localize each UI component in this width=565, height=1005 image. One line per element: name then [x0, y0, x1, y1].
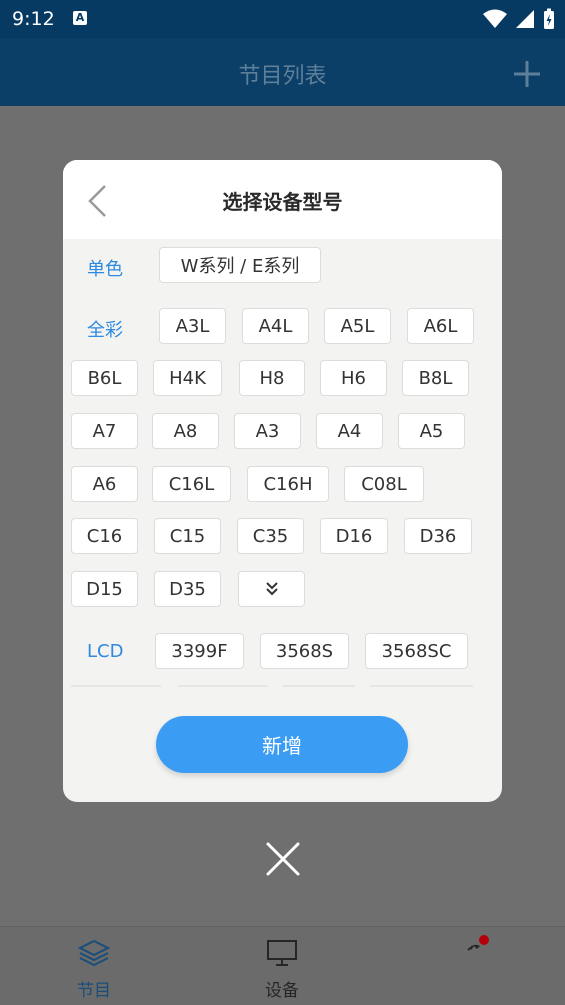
chip-a6l[interactable]: A6L [407, 308, 474, 344]
chip-c15[interactable]: C15 [154, 518, 221, 554]
close-icon[interactable] [264, 840, 302, 878]
chip-3399f[interactable]: 3399F [155, 633, 244, 669]
battery-icon [544, 8, 554, 29]
chip-c08l[interactable]: C08L [344, 466, 424, 502]
chip-a7[interactable]: A7 [71, 413, 138, 449]
add-icon[interactable] [513, 60, 541, 88]
next-row-edge [71, 685, 161, 687]
nav-label-devices: 设备 [265, 981, 299, 1001]
chip-d36[interactable]: D36 [404, 518, 472, 554]
status-time: 9:12 [12, 8, 55, 30]
signal-icon [516, 10, 534, 28]
chip-b6l[interactable]: B6L [71, 360, 138, 396]
nav-item-devices[interactable]: 设备 [242, 939, 322, 1001]
chip-d16[interactable]: D16 [320, 518, 388, 554]
next-row-edge [370, 685, 473, 687]
app-header: 节目列表 [0, 38, 565, 106]
chip-h6[interactable]: H6 [320, 360, 387, 396]
add-new-button[interactable]: 新增 [156, 716, 408, 773]
lcd-label: LCD [87, 641, 124, 662]
dialog-header: 选择设备型号 [63, 160, 502, 239]
chip-c35[interactable]: C35 [237, 518, 304, 554]
chip-a8[interactable]: A8 [152, 413, 219, 449]
double-chevron-down-icon [265, 582, 278, 596]
next-row-edge [178, 685, 268, 687]
nav-item-extra[interactable] [430, 933, 510, 964]
page-title: 节目列表 [238, 64, 327, 89]
select-device-model-dialog: 选择设备型号 单色 W系列 / E系列 全彩 A3L A4L A5L A6L B… [63, 160, 502, 802]
chip-h8[interactable]: H8 [239, 360, 305, 396]
chip-a4l[interactable]: A4L [242, 308, 309, 344]
fullcolor-label: 全彩 [87, 320, 123, 341]
chip-a5l[interactable]: A5L [324, 308, 391, 344]
chip-d35[interactable]: D35 [154, 571, 221, 607]
chip-a3l[interactable]: A3L [159, 308, 226, 344]
next-row-edge [283, 685, 355, 687]
chip-c16h[interactable]: C16H [247, 466, 329, 502]
bottom-nav: 节目 设备 [0, 926, 565, 1005]
mono-label: 单色 [87, 259, 123, 280]
chip-a6[interactable]: A6 [71, 466, 138, 502]
monitor-icon [267, 940, 297, 966]
wifi-icon [483, 9, 507, 28]
nav-item-programs[interactable]: 节目 [54, 939, 134, 1001]
layers-icon [77, 939, 111, 967]
notification-icon: A [73, 11, 87, 25]
chip-a5[interactable]: A5 [398, 413, 465, 449]
chip-3568sc[interactable]: 3568SC [365, 633, 468, 669]
chip-3568s[interactable]: 3568S [260, 633, 349, 669]
nav-label-programs: 节目 [77, 981, 111, 1001]
chip-h4k[interactable]: H4K [153, 360, 222, 396]
chip-a3[interactable]: A3 [234, 413, 301, 449]
chip-a4[interactable]: A4 [316, 413, 383, 449]
chip-c16l[interactable]: C16L [152, 466, 231, 502]
chip-c16[interactable]: C16 [71, 518, 138, 554]
chip-d15[interactable]: D15 [71, 571, 138, 607]
chip-b8l[interactable]: B8L [402, 360, 469, 396]
expand-more-button[interactable] [238, 571, 305, 607]
chip-w-e-series[interactable]: W系列 / E系列 [159, 247, 321, 283]
status-bar: 9:12 A [0, 0, 565, 38]
dialog-title: 选择设备型号 [222, 190, 343, 214]
tool-icon [467, 935, 489, 951]
